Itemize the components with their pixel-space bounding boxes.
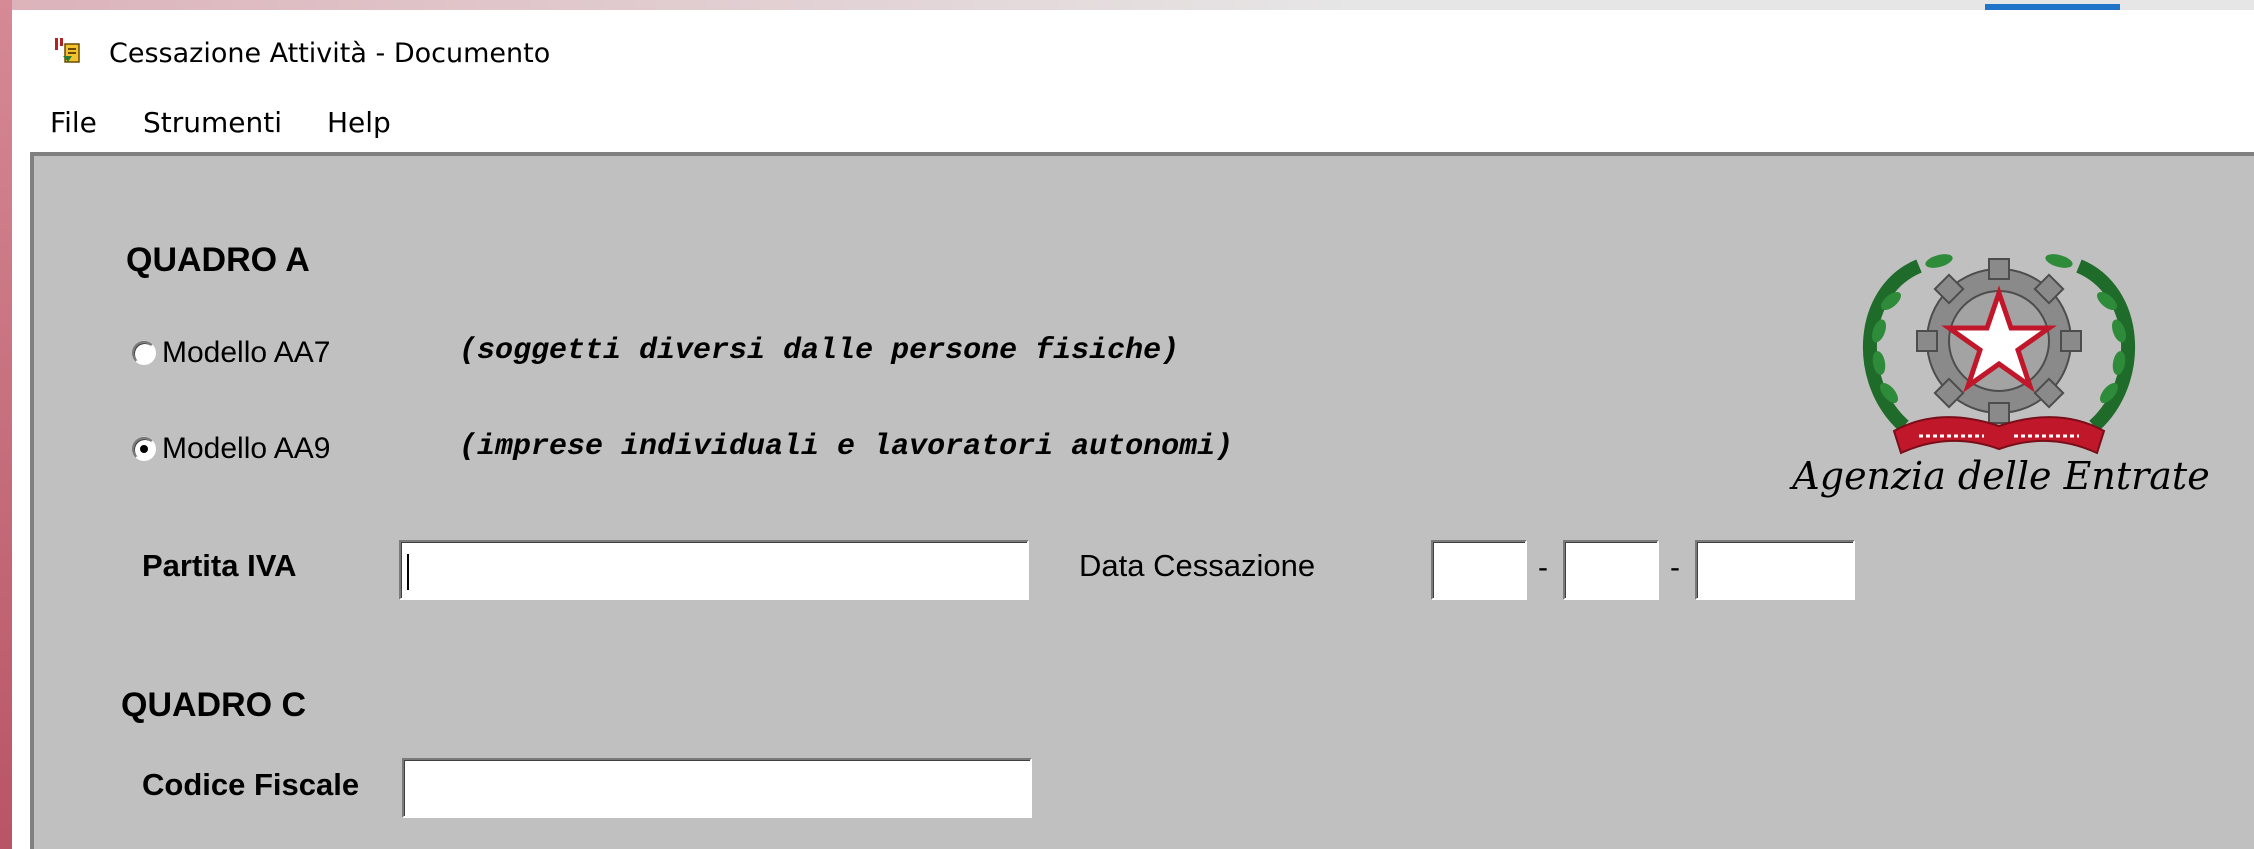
data-cessazione-day-input[interactable]: [1431, 540, 1527, 600]
radio-modello-aa9[interactable]: Modello AA9: [132, 432, 330, 466]
agency-logo-caption: Agenzia delle Entrate: [1792, 454, 2210, 498]
note-aa9: (imprese individuali e lavoratori autono…: [459, 430, 1234, 464]
menu-strumenti[interactable]: Strumenti: [143, 106, 282, 139]
form-document-icon: [54, 36, 82, 64]
partita-iva-label: Partita IVA: [142, 548, 297, 583]
partita-iva-input[interactable]: [399, 540, 1029, 600]
title-bar[interactable]: Cessazione Attività - Documento: [12, 10, 2254, 92]
codice-fiscale-label: Codice Fiscale: [142, 767, 360, 802]
codice-fiscale-input[interactable]: [402, 758, 1032, 818]
text-caret: [407, 554, 409, 590]
radio-label-aa9: Modello AA9: [162, 432, 331, 465]
menu-bar: File Strumenti Help: [12, 92, 2254, 152]
radio-button-aa7[interactable]: [132, 341, 156, 365]
radio-label-aa7: Modello AA7: [162, 336, 331, 369]
quadro-a-title: QUADRO A: [126, 241, 310, 279]
data-cessazione-month-input[interactable]: [1563, 540, 1659, 600]
data-cessazione-year-input[interactable]: [1695, 540, 1855, 600]
date-separator: -: [1670, 551, 1680, 584]
menu-help[interactable]: Help: [327, 106, 391, 139]
application-window: Cessazione Attività - Documento File Str…: [12, 10, 2254, 849]
radio-modello-aa7[interactable]: Modello AA7: [132, 336, 330, 370]
quadro-c-title: QUADRO C: [121, 686, 307, 724]
note-aa7: (soggetti diversi dalle persone fisiche): [459, 334, 1180, 368]
menu-file[interactable]: File: [50, 106, 97, 139]
window-title: Cessazione Attività - Documento: [109, 38, 551, 69]
date-separator: -: [1538, 551, 1548, 584]
form-panel: QUADRO A Modello AA7 (soggetti diversi d…: [30, 152, 2254, 849]
radio-button-aa9[interactable]: [132, 437, 156, 461]
desktop-top-edge: [12, 0, 2254, 10]
data-cessazione-label: Data Cessazione: [1079, 548, 1316, 583]
desktop-background: [0, 0, 12, 849]
